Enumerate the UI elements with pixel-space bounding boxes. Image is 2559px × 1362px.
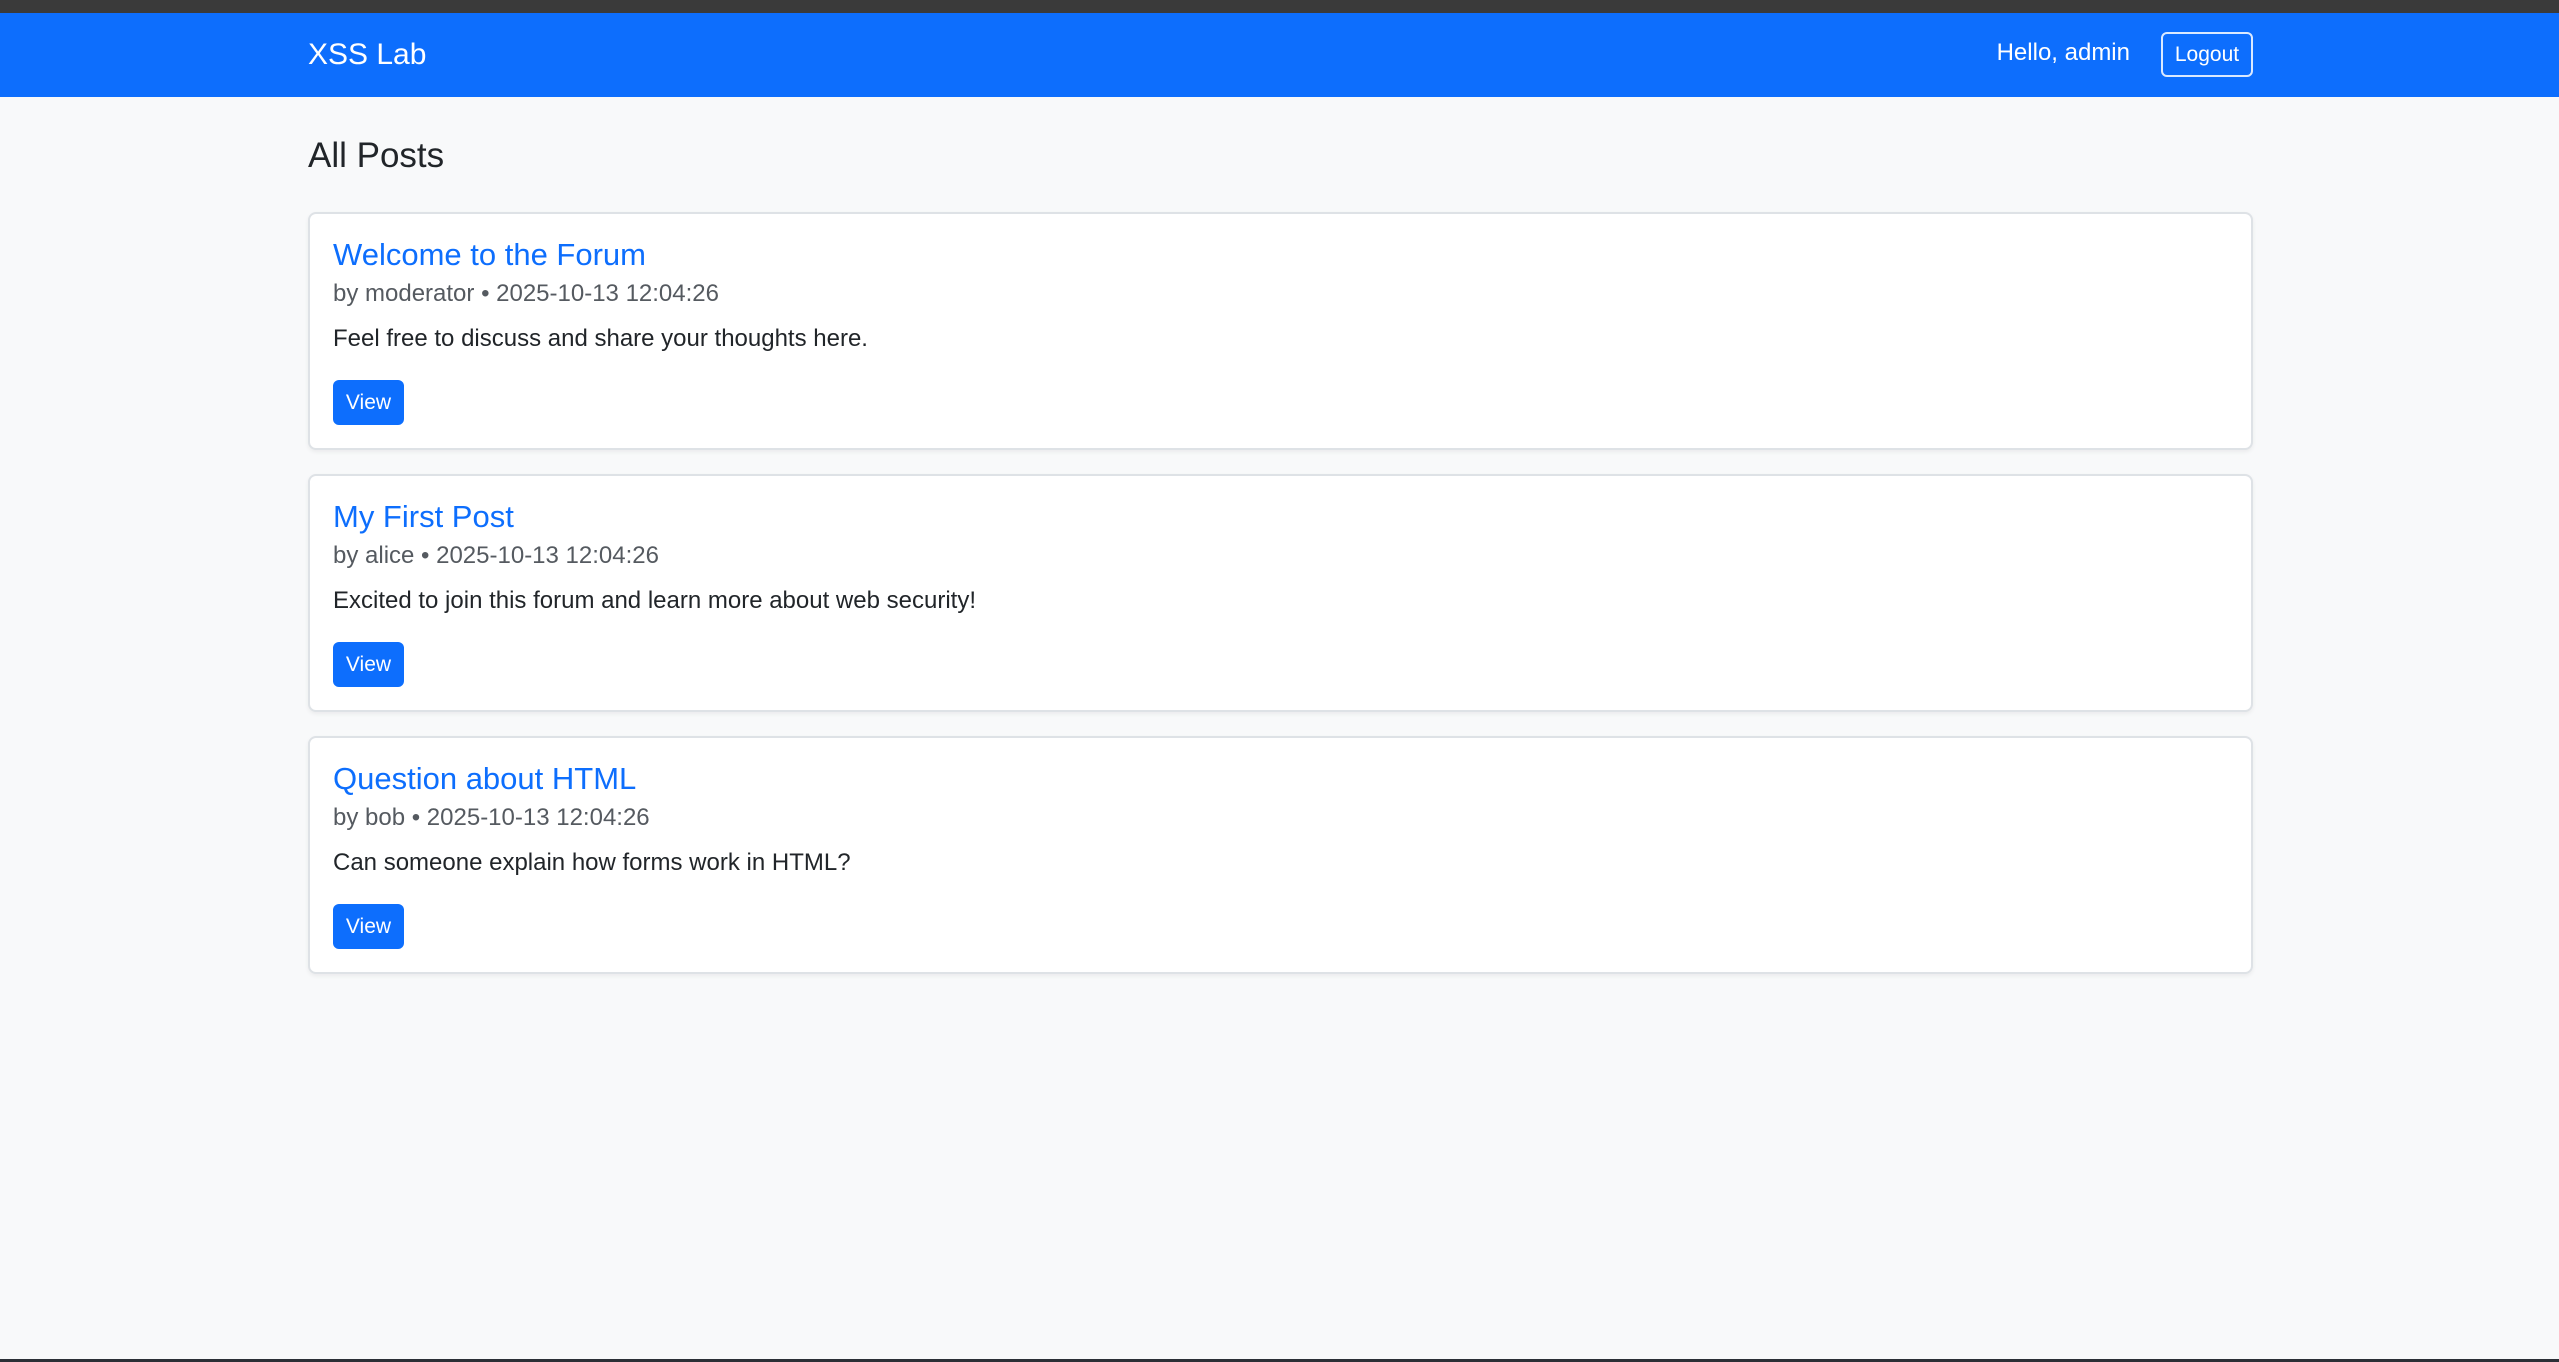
page-title: All Posts xyxy=(308,136,445,175)
post-card: Question about HTML by bob • 2025-10-13 … xyxy=(308,736,2253,974)
post-card: Welcome to the Forum by moderator • 2025… xyxy=(308,212,2253,450)
logout-button[interactable]: Logout xyxy=(2161,32,2253,77)
post-excerpt: Can someone explain how forms work in HT… xyxy=(333,849,851,876)
post-title-link[interactable]: Question about HTML xyxy=(333,760,636,798)
post-title-link[interactable]: Welcome to the Forum xyxy=(333,236,646,274)
post-meta: by alice • 2025-10-13 12:04:26 xyxy=(333,542,659,569)
view-post-button[interactable]: View xyxy=(333,642,404,687)
post-excerpt: Feel free to discuss and share your thou… xyxy=(333,325,868,352)
post-excerpt: Excited to join this forum and learn mor… xyxy=(333,587,976,614)
posts-list: Welcome to the Forum by moderator • 2025… xyxy=(308,212,2253,998)
user-greeting: Hello, admin xyxy=(1996,39,2130,66)
post-card: My First Post by alice • 2025-10-13 12:0… xyxy=(308,474,2253,712)
post-title-link[interactable]: My First Post xyxy=(333,498,514,536)
post-meta: by bob • 2025-10-13 12:04:26 xyxy=(333,804,650,831)
view-post-button[interactable]: View xyxy=(333,380,404,425)
view-post-button[interactable]: View xyxy=(333,904,404,949)
navbar: XSS Lab Hello, admin Logout xyxy=(0,13,2559,97)
brand-link[interactable]: XSS Lab xyxy=(308,13,426,97)
post-meta: by moderator • 2025-10-13 12:04:26 xyxy=(333,280,719,307)
window-top-strip xyxy=(0,0,2559,13)
